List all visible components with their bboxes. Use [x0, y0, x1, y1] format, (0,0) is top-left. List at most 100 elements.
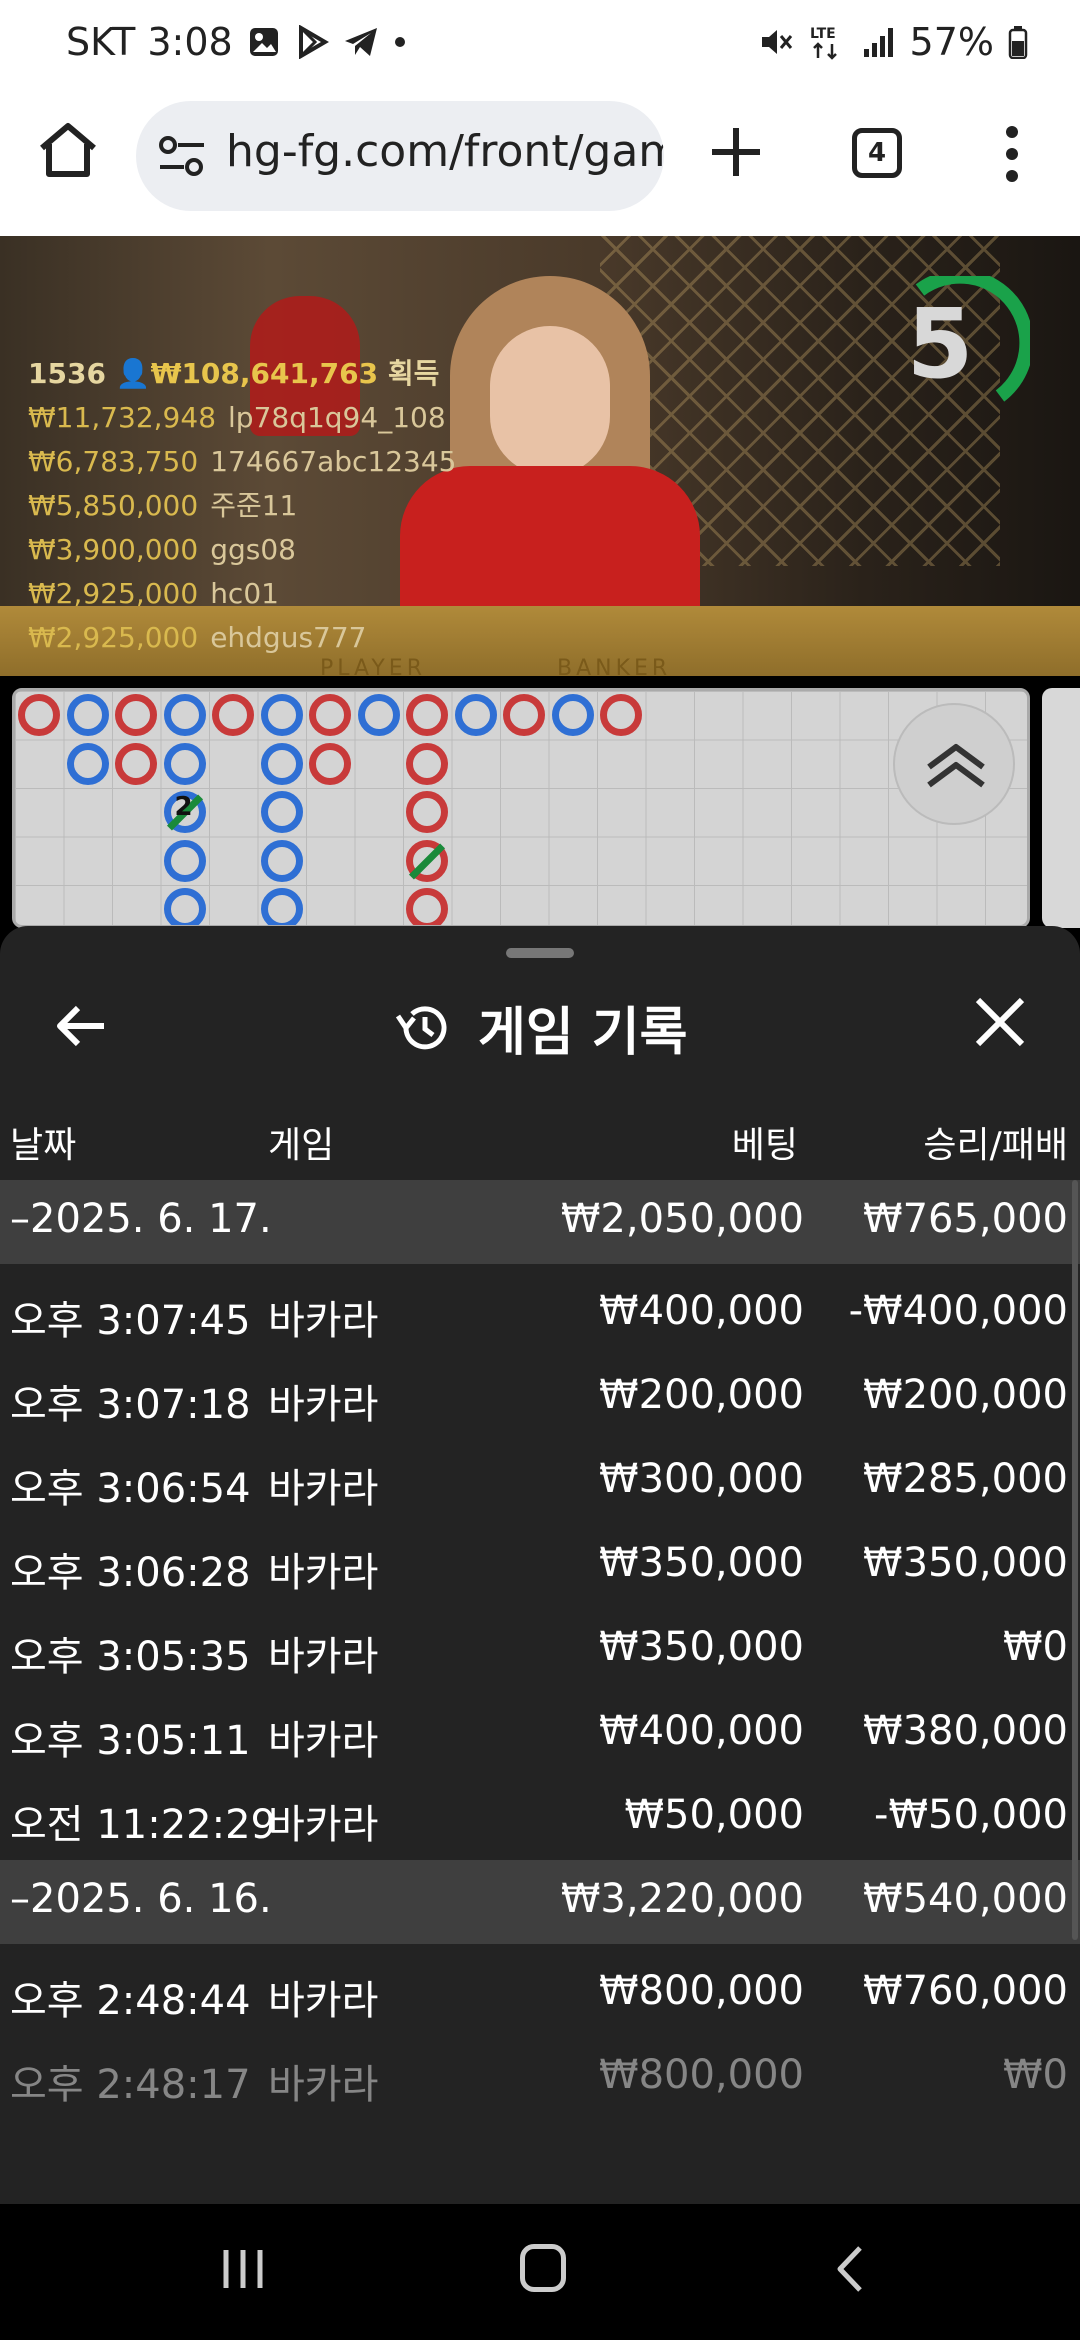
player-bead	[260, 839, 303, 882]
close-icon[interactable]	[972, 994, 1028, 1050]
total-winnings: ₩108,641,763	[150, 357, 379, 390]
home-nav-icon[interactable]	[520, 2244, 566, 2292]
status-bar: SKT 3:08 LTE 57%	[0, 0, 1080, 84]
group-bet-total: ₩3,220,000	[560, 1876, 804, 1922]
bead-road-grid: 2	[12, 688, 1030, 928]
play-store-icon	[298, 25, 329, 59]
leader-name: ggs08	[210, 533, 296, 566]
sheet-header: 게임 기록	[394, 990, 687, 1065]
row-bet: ₩300,000	[599, 1456, 804, 1502]
banker-bead	[600, 694, 642, 736]
row-time: 오전 11:22:29	[10, 1802, 276, 1848]
banker-bead	[406, 888, 448, 925]
date-group-header[interactable]: –2025. 6. 17. ₩2,050,000 ₩765,000	[0, 1180, 1080, 1264]
row-bet: ₩800,000	[599, 1968, 804, 2014]
group-date: –2025. 6. 17.	[10, 1196, 272, 1242]
leader-amount: ₩2,925,000	[28, 577, 199, 610]
leader-amount: ₩2,925,000	[28, 621, 199, 654]
group-date: –2025. 6. 16.	[10, 1876, 272, 1922]
banker-bead	[115, 742, 157, 785]
winners-leaderboard: 1536 👤₩108,641,763 획득 ₩11,732,948 lp78q1q…	[28, 352, 456, 660]
leader-row: ₩11,732,948 lp78q1q94_108	[28, 396, 456, 440]
leader-row: ₩3,900,000 ggs08	[28, 528, 456, 572]
row-bet: ₩200,000	[599, 1372, 804, 1418]
history-row[interactable]: 오후 3:06:54 바카라 ₩300,000 ₩285,000	[0, 1440, 1080, 1524]
new-tab-icon[interactable]	[708, 124, 764, 180]
recents-icon[interactable]	[220, 2246, 266, 2292]
player-bead	[163, 839, 206, 882]
date-group-header[interactable]: –2025. 6. 16. ₩3,220,000 ₩540,000	[0, 1860, 1080, 1944]
row-bet: ₩800,000	[599, 2052, 804, 2098]
list-scrollbar[interactable]	[1072, 1180, 1078, 1940]
player-bead	[260, 791, 303, 833]
row-result: ₩0	[1003, 2052, 1068, 2098]
battery-percent: 57%	[909, 20, 994, 64]
live-dealer-video: PLAYER BANKER 1536 👤₩108,641,763 획득 ₩11,…	[0, 236, 1080, 676]
more-menu-icon[interactable]	[1000, 124, 1024, 184]
leader-amount: ₩11,732,948	[28, 401, 217, 434]
row-bet: ₩400,000	[599, 1708, 804, 1754]
banker-bead	[212, 694, 254, 736]
banker-bead	[309, 742, 351, 785]
leader-row: ₩2,925,000 ehdgus777	[28, 616, 456, 660]
banker-bead	[406, 694, 448, 736]
row-result: ₩0	[1003, 1624, 1068, 1670]
history-row[interactable]: 오후 3:07:45 바카라 ₩400,000 -₩400,000	[0, 1272, 1080, 1356]
history-row[interactable]: 오후 3:07:18 바카라 ₩200,000 ₩200,000	[0, 1356, 1080, 1440]
tie-count: 2	[174, 792, 193, 822]
countdown-number: 5	[906, 288, 974, 400]
back-nav-icon[interactable]	[830, 2244, 870, 2294]
leader-name: 174667abc12345	[210, 445, 457, 478]
row-time: 오후 2:48:44	[10, 1978, 251, 2024]
row-game: 바카라	[268, 1718, 379, 1764]
secondary-road-edge	[1042, 688, 1080, 928]
leader-name: 주준11	[210, 489, 298, 522]
leader-amount: ₩6,783,750	[28, 445, 199, 478]
history-row[interactable]: 오후 2:48:44 바카라 ₩800,000 ₩760,000	[0, 1952, 1080, 2036]
address-bar[interactable]: hg-fg.com/front/game	[136, 101, 664, 211]
history-row[interactable]: 오후 2:48:17 바카라 ₩800,000 ₩0	[0, 2036, 1080, 2120]
row-game: 바카라	[268, 2062, 379, 2108]
row-bet: ₩350,000	[599, 1540, 804, 1586]
history-row[interactable]: 오전 11:22:29 바카라 ₩50,000 -₩50,000	[0, 1776, 1080, 1860]
banker-bead	[18, 694, 60, 736]
row-bet: ₩400,000	[599, 1288, 804, 1334]
browser-toolbar: hg-fg.com/front/game 4	[0, 84, 1080, 236]
row-time: 오후 3:05:35	[10, 1634, 251, 1680]
url-text[interactable]: hg-fg.com/front/game	[226, 126, 664, 177]
banker-bead	[503, 694, 545, 736]
history-row[interactable]: 오후 3:05:35 바카라 ₩350,000 ₩0	[0, 1608, 1080, 1692]
table-label-banker: BANKER	[557, 656, 672, 676]
player-bead	[260, 888, 303, 925]
winnings-suffix: 획득	[387, 357, 440, 390]
column-bet: 베팅	[731, 1125, 798, 1166]
row-game: 바카라	[268, 1550, 379, 1596]
row-game: 바카라	[268, 1634, 379, 1680]
person-icon: 👤	[115, 357, 151, 390]
sheet-drag-handle[interactable]	[506, 948, 574, 958]
row-time: 오후 3:06:28	[10, 1550, 251, 1596]
leader-name: ehdgus777	[210, 621, 367, 654]
system-navigation-bar	[0, 2204, 1080, 2340]
row-time: 오후 3:05:11	[10, 1718, 251, 1764]
player-bead	[551, 694, 594, 736]
history-row[interactable]: 오후 3:06:28 바카라 ₩350,000 ₩350,000	[0, 1524, 1080, 1608]
tab-switcher-button[interactable]: 4	[852, 128, 902, 178]
column-date: 날짜	[10, 1125, 77, 1166]
player-bead	[454, 694, 497, 736]
row-result: ₩200,000	[863, 1372, 1068, 1418]
leader-amount: ₩5,850,000	[28, 489, 199, 522]
chevron-double-up-icon	[927, 744, 985, 788]
dealer-face	[490, 326, 610, 476]
history-row[interactable]: 오후 3:05:11 바카라 ₩400,000 ₩380,000	[0, 1692, 1080, 1776]
player-bead	[66, 742, 109, 785]
lte-icon: LTE	[810, 26, 837, 60]
player-bead	[357, 694, 400, 736]
home-icon[interactable]	[36, 118, 100, 182]
back-arrow-icon[interactable]	[52, 996, 112, 1056]
row-result: ₩285,000	[863, 1456, 1068, 1502]
expand-road-button[interactable]	[893, 703, 1015, 825]
player-bead	[260, 694, 303, 736]
row-time: 오후 2:48:17	[10, 2062, 251, 2108]
site-settings-icon[interactable]	[156, 131, 208, 181]
